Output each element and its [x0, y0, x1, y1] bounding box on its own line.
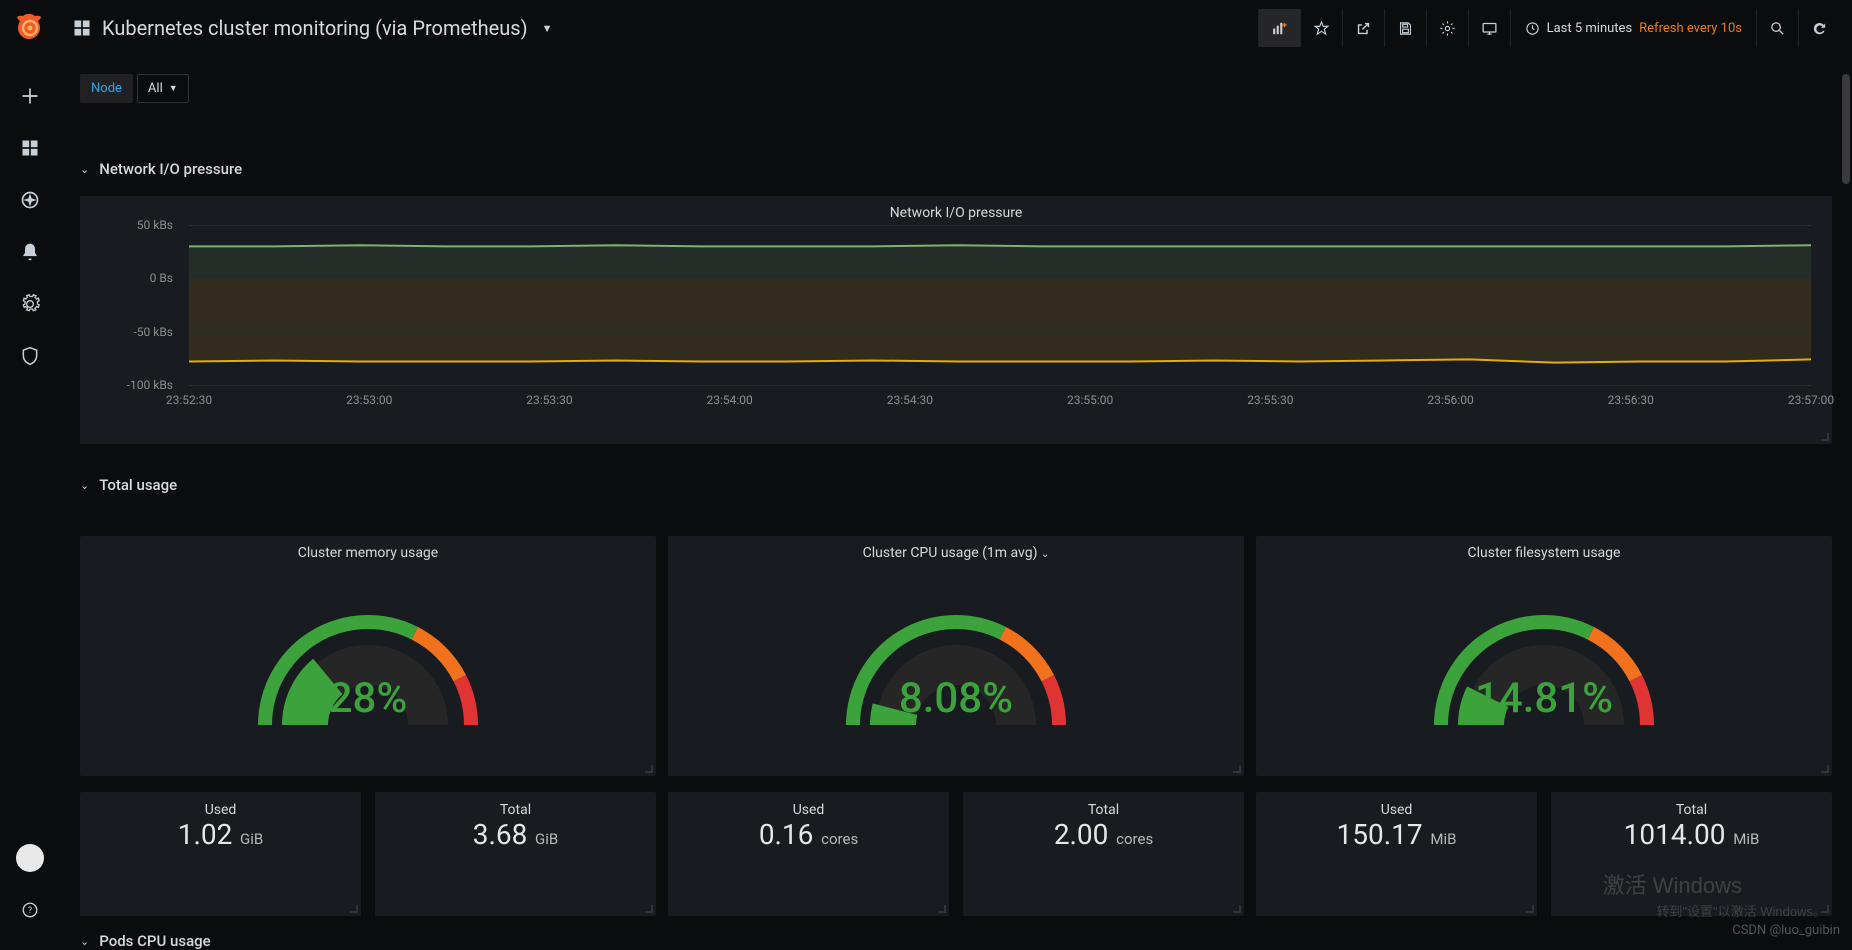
stat-unit: GiB [531, 830, 558, 848]
refresh-interval-text: Refresh every 10s [1639, 21, 1742, 36]
row-header-pods-cpu[interactable]: ⌄ Pods CPU usage [80, 932, 211, 950]
scrollbar[interactable] [1842, 74, 1850, 184]
row-header-total-usage[interactable]: ⌄ Total usage [80, 476, 177, 494]
help-icon[interactable]: ? [10, 890, 50, 930]
panel-title[interactable]: Used [669, 793, 948, 818]
panel-title[interactable]: Used [81, 793, 360, 818]
panel-title[interactable]: Total [376, 793, 655, 818]
stat-unit: MiB [1729, 830, 1759, 848]
gauge-value: 28% [329, 674, 408, 723]
alerting-icon[interactable] [10, 232, 50, 272]
stat-unit: cores [1112, 830, 1153, 848]
dashboard-title-text: Kubernetes cluster monitoring (via Prome… [102, 16, 528, 40]
variable-label-node[interactable]: Node [80, 74, 133, 103]
chevron-down-icon: ⌄ [80, 163, 89, 176]
cycle-view-button[interactable] [1468, 9, 1510, 47]
panel-network-io[interactable]: Network I/O pressure 50 kBs0 Bs-50 kBs-1… [80, 196, 1832, 444]
gauge-value: 8.08% [899, 674, 1013, 723]
resize-handle-icon[interactable] [645, 765, 653, 773]
panel-stat-mem-used[interactable]: Used 1.02 GiB [80, 792, 361, 916]
refresh-button[interactable] [1798, 9, 1840, 47]
chevron-down-icon: ⌄ [1041, 549, 1049, 560]
stat-value: 0.16 [759, 818, 814, 851]
panel-title[interactable]: Total [964, 793, 1243, 818]
share-button[interactable] [1342, 9, 1384, 47]
time-range-picker[interactable]: Last 5 minutes Refresh every 10s [1510, 9, 1756, 47]
watermark-text: 激活 Windows [1603, 868, 1742, 900]
resize-handle-icon[interactable] [350, 905, 358, 913]
configuration-icon[interactable] [10, 284, 50, 324]
stat-value: 1014.00 [1624, 818, 1726, 851]
panel-stat-cpu-used[interactable]: Used 0.16 cores [668, 792, 949, 916]
time-range-text: Last 5 minutes [1547, 21, 1633, 36]
variable-select-node[interactable]: All ▼ [137, 74, 189, 103]
panel-stat-mem-total[interactable]: Total 3.68 GiB [375, 792, 656, 916]
chevron-down-icon: ⌄ [80, 935, 89, 948]
row-header-network[interactable]: ⌄ Network I/O pressure [80, 160, 242, 178]
topbar: Kubernetes cluster monitoring (via Prome… [60, 0, 1852, 56]
watermark-text: 转到"设置"以激活 Windows。 [1656, 901, 1826, 920]
panel-title[interactable]: Cluster memory usage [81, 537, 655, 565]
save-button[interactable] [1384, 9, 1426, 47]
watermark-credit: CSDN @luo_guibin [1732, 923, 1840, 938]
panel-stat-cpu-total[interactable]: Total 2.00 cores [963, 792, 1244, 916]
panel-title[interactable]: Network I/O pressure [81, 197, 1831, 225]
network-chart: 50 kBs0 Bs-50 kBs-100 kBs 23:52:3023:53:… [81, 225, 1831, 425]
explore-icon[interactable] [10, 180, 50, 220]
dashboard-title[interactable]: Kubernetes cluster monitoring (via Prome… [72, 16, 552, 40]
zoom-out-button[interactable] [1756, 9, 1798, 47]
row-label: Pods CPU usage [99, 932, 210, 950]
create-icon[interactable] [10, 76, 50, 116]
row-label: Network I/O pressure [99, 160, 242, 178]
resize-handle-icon[interactable] [1821, 765, 1829, 773]
panel-title[interactable]: Cluster filesystem usage [1257, 537, 1831, 565]
resize-handle-icon[interactable] [1233, 765, 1241, 773]
variable-value-node: All [148, 81, 163, 96]
stat-unit: MiB [1427, 830, 1457, 848]
panel-gauge-cpu[interactable]: Cluster CPU usage (1m avg) ⌄ 8.08% [668, 536, 1244, 776]
panel-title[interactable]: Cluster CPU usage (1m avg) ⌄ [669, 537, 1243, 565]
chevron-down-icon: ⌄ [80, 479, 89, 492]
panel-gauge-memory[interactable]: Cluster memory usage 28% [80, 536, 656, 776]
resize-handle-icon[interactable] [938, 905, 946, 913]
dashboards-icon[interactable] [10, 128, 50, 168]
star-button[interactable] [1300, 9, 1342, 47]
panel-title[interactable]: Used [1257, 793, 1536, 818]
grafana-logo[interactable] [12, 10, 48, 46]
row-label: Total usage [99, 476, 177, 494]
user-avatar[interactable] [16, 844, 44, 872]
panel-title[interactable]: Total [1552, 793, 1831, 818]
stat-value: 3.68 [473, 818, 528, 851]
topbar-buttons: Last 5 minutes Refresh every 10s [1258, 9, 1840, 47]
stat-value: 150.17 [1337, 818, 1423, 851]
panel-stat-fs-used[interactable]: Used 150.17 MiB [1256, 792, 1537, 916]
stat-unit: cores [817, 830, 858, 848]
resize-handle-icon[interactable] [1233, 905, 1241, 913]
variable-bar: Node All ▼ [80, 74, 189, 103]
server-admin-icon[interactable] [10, 336, 50, 376]
stat-value: 1.02 [178, 818, 233, 851]
clock-icon [1525, 21, 1540, 36]
dashboard-grid-icon [72, 18, 92, 38]
sidebar: ? [0, 0, 60, 942]
svg-text:?: ? [28, 906, 32, 916]
resize-handle-icon[interactable] [1526, 905, 1534, 913]
resize-handle-icon[interactable] [645, 905, 653, 913]
settings-button[interactable] [1426, 9, 1468, 47]
chevron-down-icon: ▼ [169, 83, 178, 94]
stat-unit: GiB [236, 830, 263, 848]
gauge-value: 14.81% [1475, 674, 1613, 723]
stat-value: 2.00 [1054, 818, 1109, 851]
resize-handle-icon[interactable] [1821, 433, 1829, 441]
panel-gauge-fs[interactable]: Cluster filesystem usage 14.81% [1256, 536, 1832, 776]
add-panel-button[interactable] [1258, 9, 1300, 47]
chevron-down-icon: ▼ [542, 22, 553, 35]
